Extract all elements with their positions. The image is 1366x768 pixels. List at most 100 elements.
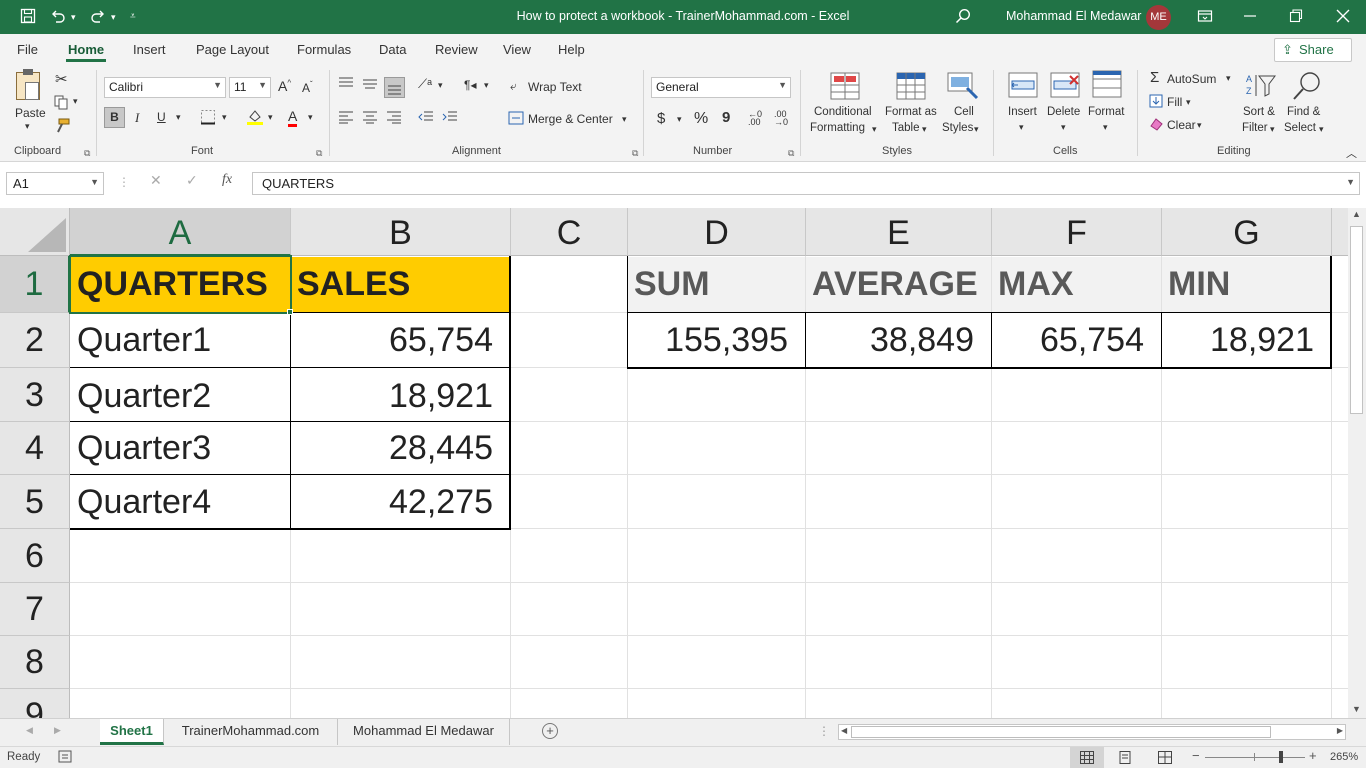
align-top-icon[interactable] [338,76,354,93]
conditional-formatting-button[interactable]: Conditional [814,106,872,118]
orientation-dropdown-icon[interactable]: ▾ [438,80,443,91]
sheet-tab-sheet1[interactable]: Sheet1 [100,719,164,745]
format-cells-button[interactable]: Format [1088,106,1124,118]
cancel-entry-icon[interactable]: ✕ [150,172,162,189]
delete-cells-icon[interactable] [1050,72,1080,101]
close-icon[interactable] [1336,8,1350,26]
collapse-ribbon-icon[interactable]: ︿ [1346,145,1357,161]
cell-g1[interactable]: MIN [1162,257,1331,312]
zoom-slider-thumb[interactable] [1279,751,1283,763]
tab-data[interactable]: Data [379,42,406,57]
worksheet-grid[interactable]: A B C D E F G 1 2 3 4 5 6 7 8 9 QUARTERS… [0,208,1348,718]
tab-review[interactable]: Review [435,42,478,57]
cell-b1[interactable]: SALES [291,257,510,312]
column-header-f[interactable]: F [992,208,1162,256]
find-select-icon[interactable] [1292,71,1322,104]
scroll-right-icon[interactable]: ▶ [1337,726,1343,735]
copy-icon[interactable] [53,94,69,113]
fill-handle[interactable] [287,309,293,315]
cell-d2[interactable]: 155,395 [628,313,805,367]
vertical-scroll-thumb[interactable] [1350,226,1363,414]
copy-dropdown-icon[interactable]: ▾ [73,96,78,107]
align-center-icon[interactable] [362,110,378,127]
autosum-dropdown-icon[interactable]: ▾ [1226,73,1231,84]
currency-dropdown-icon[interactable]: ▾ [677,114,682,125]
underline-dropdown-icon[interactable]: ▾ [176,112,181,123]
horizontal-scrollbar[interactable]: ◀ ▶ [838,724,1346,740]
row-header-9[interactable]: 9 [0,689,70,718]
font-size-combo[interactable]: 11 ▼ [229,77,271,98]
percent-button[interactable]: % [694,110,708,128]
increase-decimal-icon[interactable]: ←0.00 [748,110,762,127]
format-cells-icon[interactable] [1092,70,1122,101]
wrap-text-button[interactable]: Wrap Text [528,80,582,94]
cell-b5[interactable]: 42,275 [291,475,510,528]
underline-button[interactable]: U [157,110,166,124]
add-sheet-icon[interactable]: + [542,723,558,739]
row-header-5[interactable]: 5 [0,475,70,529]
sheet-tab-trainermohammad[interactable]: TrainerMohammad.com [164,719,338,745]
format-as-table-icon[interactable] [896,72,926,103]
bold-button[interactable]: B [104,107,125,128]
cell-a5[interactable]: Quarter4 [71,475,290,528]
scroll-up-icon[interactable]: ▲ [1352,209,1361,219]
merge-center-icon[interactable] [508,111,524,128]
font-color-icon[interactable]: A [288,108,298,127]
cell-styles-icon[interactable] [947,72,979,103]
cell-f2[interactable]: 65,754 [992,313,1161,367]
cell-a4[interactable]: Quarter3 [71,422,290,474]
column-header-e[interactable]: E [806,208,992,256]
column-header-d[interactable]: D [628,208,806,256]
tab-file[interactable]: File [17,42,38,57]
column-header-h[interactable] [1332,208,1348,256]
insert-function-button[interactable]: fx [222,172,232,188]
page-layout-view-icon[interactable] [1118,751,1132,767]
orientation-icon[interactable]: ⟋ᵃ [418,76,432,92]
clipboard-launcher-icon[interactable]: ⧉ [84,148,90,159]
expand-formula-icon[interactable]: ▼ [1346,177,1355,187]
format-painter-icon[interactable] [54,118,70,137]
row-header-7[interactable]: 7 [0,583,70,636]
format-as-table-button[interactable]: Format as [885,106,937,118]
tab-help[interactable]: Help [558,42,585,57]
next-sheet-icon[interactable]: ▶ [54,725,61,736]
merge-center-button[interactable]: Merge & Center [528,112,613,126]
accessibility-icon[interactable] [58,750,72,766]
cell-g2[interactable]: 18,921 [1162,313,1331,367]
tab-formulas[interactable]: Formulas [297,42,351,57]
share-button[interactable]: ⇪ Share [1274,38,1352,62]
zoom-out-icon[interactable]: − [1192,748,1200,763]
row-header-2[interactable]: 2 [0,313,70,368]
user-name[interactable]: Mohammad El Medawar [1006,9,1141,23]
confirm-entry-icon[interactable]: ✓ [186,172,198,189]
insert-cells-button[interactable]: Insert [1008,106,1037,118]
increase-indent-icon[interactable] [442,110,458,127]
tab-home[interactable]: Home [68,42,104,57]
cell-a2[interactable]: Quarter1 [71,313,290,367]
prev-sheet-icon[interactable]: ◀ [26,725,33,736]
number-launcher-icon[interactable]: ⧉ [788,148,794,159]
align-middle-icon[interactable] [362,76,378,93]
merge-dropdown-icon[interactable]: ▾ [622,114,627,125]
page-break-view-icon[interactable] [1158,751,1172,767]
formula-input[interactable]: QUARTERS ▼ [252,172,1360,195]
horizontal-scroll-thumb[interactable] [851,726,1271,738]
zoom-slider[interactable] [1205,751,1305,763]
find-select-button[interactable]: Find & [1287,106,1320,118]
italic-button[interactable]: I [135,110,139,126]
tab-insert[interactable]: Insert [133,42,166,57]
paste-icon[interactable] [16,69,40,100]
text-direction-icon[interactable]: ¶◂ [464,78,476,92]
currency-button[interactable]: $ [657,110,665,127]
autosum-icon[interactable]: Σ [1150,69,1159,86]
cell-b3[interactable]: 18,921 [291,368,510,421]
search-icon[interactable] [955,8,971,26]
align-left-icon[interactable] [338,110,354,127]
increase-font-icon[interactable]: A^ [278,78,291,94]
column-header-g[interactable]: G [1162,208,1332,256]
align-bottom-icon[interactable] [384,77,405,98]
column-header-a[interactable]: A [70,208,291,256]
scroll-down-icon[interactable]: ▼ [1352,704,1361,714]
clear-button[interactable]: Clear [1167,118,1196,132]
fill-color-dropdown-icon[interactable]: ▾ [268,112,273,123]
